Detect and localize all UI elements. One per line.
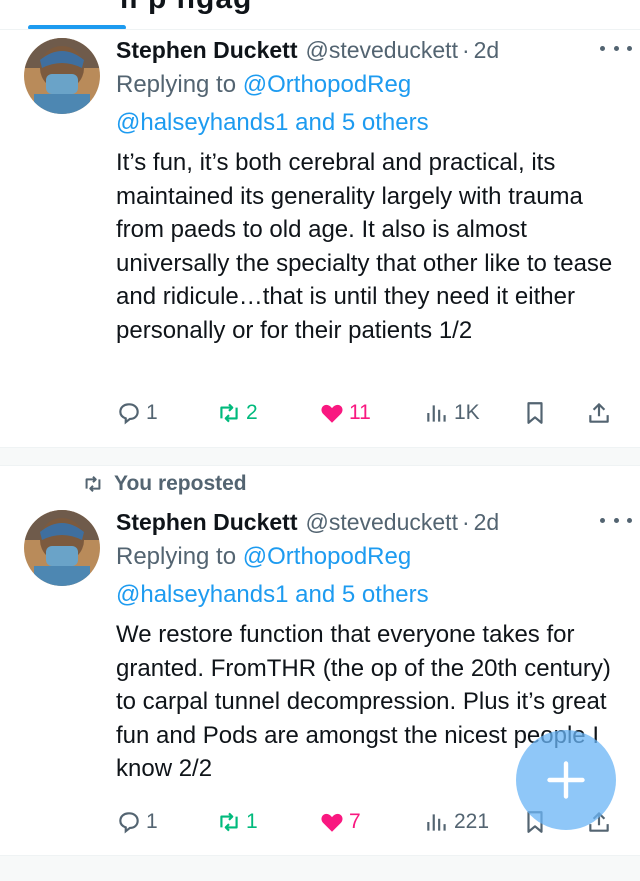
repost-icon [220, 812, 238, 832]
timeline-divider [0, 856, 640, 881]
more-icon[interactable] [600, 510, 632, 530]
bookmark-button[interactable] [522, 400, 548, 426]
replying-to-prefix: Replying to [116, 543, 237, 570]
repost-button[interactable]: 1 [216, 809, 258, 835]
repost-count: 1 [246, 810, 258, 833]
repost-context: You reposted [80, 472, 247, 496]
heart-icon [321, 813, 343, 832]
reply-icon [119, 403, 139, 425]
like-button[interactable]: 11 [319, 400, 371, 426]
reply-icon [119, 812, 139, 834]
views-button[interactable]: 1K [424, 400, 480, 426]
share-button[interactable] [586, 400, 612, 426]
bookmark-icon [527, 402, 543, 424]
replying-to: Replying to @OrthopodReg [116, 538, 620, 576]
post-time[interactable]: 2d [474, 509, 500, 536]
views-icon [427, 814, 446, 831]
author-handle[interactable]: @steveduckett [305, 37, 457, 64]
heart-icon [321, 404, 343, 423]
post-text: It’s fun, it’s both cerebral and practic… [116, 149, 613, 344]
reply-button[interactable]: 1 [116, 400, 158, 426]
replying-to-others-link[interactable]: @halseyhands1 and 5 others [116, 576, 620, 614]
views-icon [427, 405, 446, 422]
replying-to-others-link[interactable]: @halseyhands1 and 5 others [116, 104, 620, 142]
action-bar: 1 2 11 1K [116, 400, 618, 430]
plus-icon [547, 761, 585, 799]
author-name[interactable]: Stephen Duckett [116, 37, 297, 64]
top-tab-bar: ll p ngag [0, 0, 640, 30]
mention-link[interactable]: @OrthopodReg [243, 543, 411, 570]
repost-count: 2 [246, 401, 258, 424]
replying-to: Replying to @OrthopodReg [116, 66, 620, 104]
separator-dot: · [461, 508, 470, 535]
view-count: 221 [454, 810, 490, 833]
timeline-divider [0, 448, 640, 466]
separator-dot: · [461, 36, 470, 63]
post[interactable]: Stephen Duckett @steveduckett · 2d Reply… [0, 30, 640, 448]
repost-icon [85, 475, 101, 493]
share-icon [589, 403, 609, 423]
header-partial-title: ll p ngag [120, 0, 252, 16]
view-count: 1K [454, 401, 480, 424]
views-button[interactable]: 221 [424, 809, 489, 835]
reply-button[interactable]: 1 [116, 809, 158, 835]
post-time[interactable]: 2d [474, 37, 500, 64]
repost-context-label: You reposted [114, 472, 247, 495]
reply-count: 1 [146, 810, 158, 833]
avatar[interactable] [24, 510, 100, 586]
like-count: 7 [349, 810, 361, 833]
replying-to-prefix: Replying to [116, 71, 237, 98]
author-name[interactable]: Stephen Duckett [116, 509, 297, 536]
compose-button[interactable] [516, 730, 616, 830]
more-icon[interactable] [600, 38, 632, 58]
like-button[interactable]: 7 [319, 809, 361, 835]
repost-icon [220, 403, 238, 423]
mention-link[interactable]: @OrthopodReg [243, 71, 411, 98]
like-count: 11 [349, 401, 371, 424]
author-handle[interactable]: @steveduckett [305, 509, 457, 536]
avatar[interactable] [24, 38, 100, 114]
reply-count: 1 [146, 401, 158, 424]
repost-button[interactable]: 2 [216, 400, 258, 426]
